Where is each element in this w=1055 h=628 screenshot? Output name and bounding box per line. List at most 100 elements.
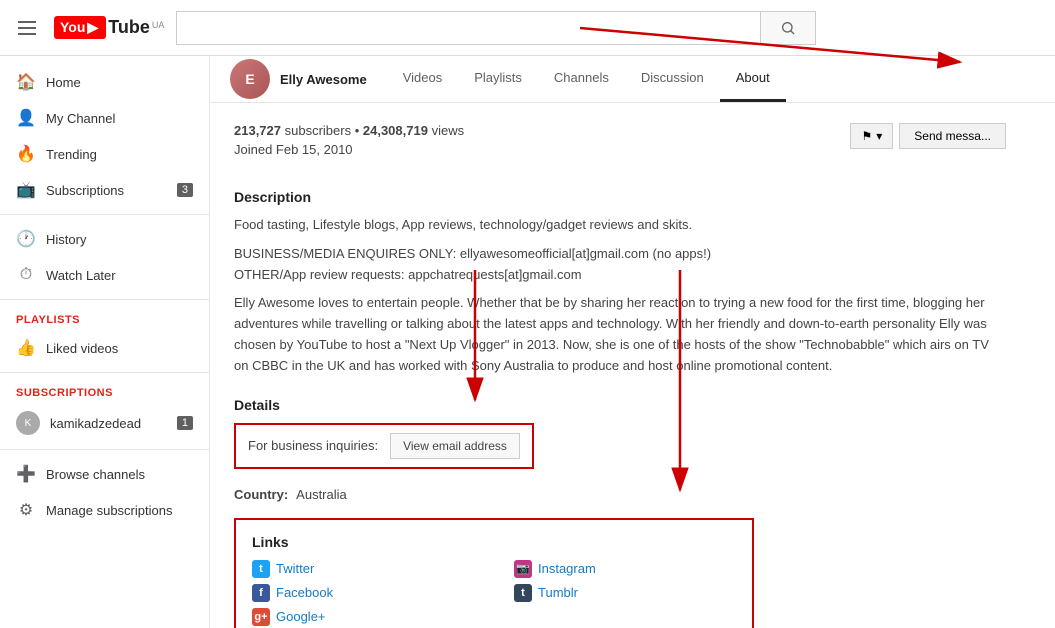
action-buttons: ⚑ ▾ Send messa... [850, 123, 1006, 149]
channel-name: Elly Awesome [280, 72, 367, 87]
stats-row: 213,727 subscribers • 24,308,719 views J… [234, 123, 1006, 173]
link-tumblr[interactable]: t Tumblr [514, 584, 736, 602]
sidebar-item-home[interactable]: 🏠 Home [0, 64, 209, 100]
search-input[interactable]: game app review [176, 11, 760, 45]
stats-block: 213,727 subscribers • 24,308,719 views J… [234, 123, 464, 173]
business-label: For business inquiries: [248, 438, 378, 453]
sidebar-item-label: Home [46, 75, 81, 90]
home-icon: 🏠 [16, 72, 36, 92]
sidebar-item-label: History [46, 232, 86, 247]
details-section: Details For business inquiries: View ema… [234, 397, 1006, 502]
flag-icon: ⚑ [861, 129, 872, 143]
links-grid: t Twitter 📷 Instagram f Facebook [252, 560, 736, 626]
subscriptions-icon: 📺 [16, 180, 36, 200]
channel-avatar-kamikadzedead: K [16, 411, 40, 435]
main-content: E Elly Awesome Videos Playlists Channels… [210, 56, 1055, 628]
sidebar-item-kamikadzedead[interactable]: K kamikadzedead 1 [0, 403, 209, 443]
trending-icon: 🔥 [16, 144, 36, 164]
country-value: Australia [296, 487, 347, 502]
sidebar-item-label: My Channel [46, 111, 115, 126]
link-facebook[interactable]: f Facebook [252, 584, 474, 602]
stats-separator: subscribers • [285, 123, 363, 138]
tumblr-icon: t [514, 584, 532, 602]
sidebar-item-history[interactable]: 🕐 History [0, 221, 209, 257]
subscriber-count: 213,727 [234, 123, 281, 138]
instagram-label: Instagram [538, 561, 596, 576]
search-button[interactable] [760, 11, 816, 45]
search-icon [780, 20, 796, 36]
sidebar-item-label: Subscriptions [46, 183, 124, 198]
tab-channels[interactable]: Channels [538, 56, 625, 102]
sidebar-item-manage-subscriptions[interactable]: ⚙ Manage subscriptions [0, 492, 209, 528]
playlists-section-title: PLAYLISTS [0, 306, 209, 330]
sidebar-item-label: Trending [46, 147, 97, 162]
desc-line-2: BUSINESS/MEDIA ENQUIRES ONLY: ellyawesom… [234, 244, 1006, 286]
subscriptions-section-title: SUBSCRIPTIONS [0, 379, 209, 403]
flag-chevron: ▾ [876, 129, 882, 143]
joined-label: Joined [234, 142, 276, 157]
business-box: For business inquiries: View email addre… [234, 423, 534, 469]
sidebar: 🏠 Home 👤 My Channel 🔥 Trending 📺 Subscri… [0, 56, 210, 628]
twitter-icon: t [252, 560, 270, 578]
country-label: Country: [234, 487, 288, 502]
facebook-icon: f [252, 584, 270, 602]
logo-youtube: You▶ [54, 16, 106, 39]
joined-line: Joined Feb 15, 2010 [234, 142, 464, 157]
watch-later-icon: ⏱ [16, 265, 36, 285]
views-label: views [432, 123, 465, 138]
details-heading: Details [234, 397, 1006, 413]
my-channel-icon: 👤 [16, 108, 36, 128]
sidebar-item-label: Browse channels [46, 467, 145, 482]
link-twitter[interactable]: t Twitter [252, 560, 474, 578]
channel-tabs: E Elly Awesome Videos Playlists Channels… [210, 56, 1055, 103]
twitter-label: Twitter [276, 561, 314, 576]
facebook-label: Facebook [276, 585, 333, 600]
manage-subscriptions-icon: ⚙ [16, 500, 36, 520]
about-panel: 213,727 subscribers • 24,308,719 views J… [210, 103, 1030, 628]
subscriptions-badge: 3 [177, 183, 193, 197]
sidebar-channel-label: kamikadzedead [50, 416, 141, 431]
description-heading: Description [234, 189, 1006, 205]
sidebar-item-trending[interactable]: 🔥 Trending [0, 136, 209, 172]
header: You▶ Tube UA game app review [0, 0, 1055, 56]
logo-region: UA [152, 20, 165, 30]
sidebar-item-browse-channels[interactable]: ➕ Browse channels [0, 456, 209, 492]
sidebar-item-subscriptions[interactable]: 📺 Subscriptions 3 [0, 172, 209, 208]
logo-text: Tube [108, 17, 150, 38]
logo[interactable]: You▶ Tube UA [54, 16, 164, 39]
divider-3 [0, 372, 209, 373]
send-message-button[interactable]: Send messa... [899, 123, 1006, 149]
body: 🏠 Home 👤 My Channel 🔥 Trending 📺 Subscri… [0, 56, 1055, 628]
desc-bio: Elly Awesome loves to entertain people. … [234, 293, 1006, 376]
tab-videos[interactable]: Videos [387, 56, 459, 102]
sidebar-item-liked-videos[interactable]: 👍 Liked videos [0, 330, 209, 366]
instagram-icon: 📷 [514, 560, 532, 578]
divider [0, 214, 209, 215]
link-google-plus[interactable]: g+ Google+ [252, 608, 474, 626]
google-plus-label: Google+ [276, 609, 326, 624]
view-email-button[interactable]: View email address [390, 433, 520, 459]
desc-line-1: Food tasting, Lifestyle blogs, App revie… [234, 215, 1006, 236]
flag-button[interactable]: ⚑ ▾ [850, 123, 893, 149]
tab-discussion[interactable]: Discussion [625, 56, 720, 102]
search-bar: game app review [176, 11, 816, 45]
link-instagram[interactable]: 📷 Instagram [514, 560, 736, 578]
sidebar-item-watch-later[interactable]: ⏱ Watch Later [0, 257, 209, 293]
stats-line: 213,727 subscribers • 24,308,719 views [234, 123, 464, 138]
liked-videos-icon: 👍 [16, 338, 36, 358]
sidebar-item-my-channel[interactable]: 👤 My Channel [0, 100, 209, 136]
sidebar-item-label: Manage subscriptions [46, 503, 172, 518]
divider-4 [0, 449, 209, 450]
sidebar-item-label: Watch Later [46, 268, 116, 283]
joined-date: Feb 15, 2010 [276, 142, 353, 157]
sidebar-item-label: Liked videos [46, 341, 118, 356]
country-row: Country: Australia [234, 487, 1006, 502]
history-icon: 🕐 [16, 229, 36, 249]
links-heading: Links [252, 534, 736, 550]
channel-badge: 1 [177, 416, 193, 430]
tab-about[interactable]: About [720, 56, 786, 102]
tumblr-label: Tumblr [538, 585, 578, 600]
tab-playlists[interactable]: Playlists [458, 56, 538, 102]
google-plus-icon: g+ [252, 608, 270, 626]
menu-button[interactable] [12, 15, 42, 41]
